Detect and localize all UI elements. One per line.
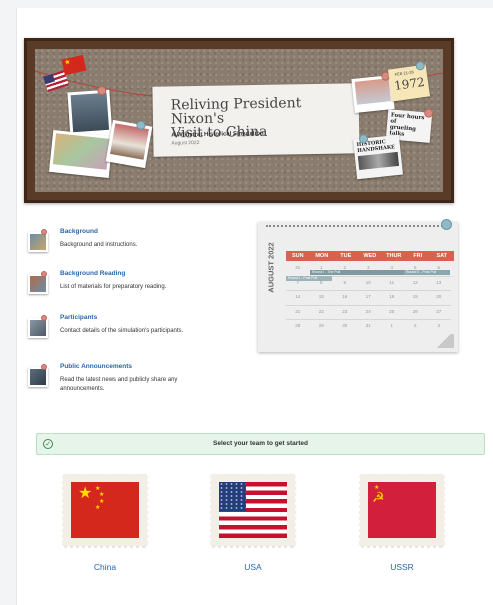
newspaper-clip-handshake: HISTORIC HANDSHAKE <box>353 133 403 180</box>
section-background-reading[interactable]: Background Reading List of materials for… <box>28 270 228 300</box>
calendar-week: 28 29 30 31 1 2 3 <box>295 323 440 328</box>
day-header: FRI <box>406 251 430 261</box>
day-header: TUE <box>334 251 358 261</box>
team-usa-link[interactable]: USA <box>211 562 295 572</box>
section-participants[interactable]: Participants Contact details of the simu… <box>28 314 228 344</box>
section-title-link[interactable]: Background <box>60 228 98 235</box>
ussr-flag-icon: ★ ☭ <box>368 482 436 538</box>
team-ussr-stamp[interactable]: ★ ☭ <box>357 471 447 549</box>
section-title-link[interactable]: Participants <box>60 314 97 321</box>
banner-title-card: Reliving President Nixon's Visit to Chin… <box>152 83 360 157</box>
day-header: MON <box>310 251 334 261</box>
day-header: THUR <box>382 251 406 261</box>
team-ussr-link[interactable]: USSR <box>360 562 444 572</box>
calendar-event-round2[interactable]: Round II - Post Pull <box>404 270 450 275</box>
map-photo-icon <box>28 229 48 252</box>
map-photo <box>48 129 114 179</box>
alert-message: Select your team to get started <box>213 440 308 447</box>
day-header: SAT <box>430 251 454 261</box>
reading-photo-icon <box>28 271 48 294</box>
calendar-page-curl <box>434 334 454 348</box>
banner-date: August 2022 <box>171 139 200 147</box>
participants-photo-icon <box>28 315 48 338</box>
section-background[interactable]: Background Background and instructions. <box>28 228 228 258</box>
airplane-photo <box>351 71 395 113</box>
team-usa-stamp[interactable] <box>208 471 298 549</box>
day-header: WED <box>358 251 382 261</box>
calendar-week: 14 15 16 17 18 19 20 <box>286 291 451 306</box>
day-header: SUN <box>286 251 310 261</box>
section-title-link[interactable]: Public Announcements <box>60 363 132 370</box>
usa-flag-icon <box>219 482 287 538</box>
corkboard: ★ Reliving President Nixon's Visit to Ch… <box>35 49 443 192</box>
announcements-photo-icon <box>28 364 48 387</box>
calendar-day-headers: SUN MON TUE WED THUR FRI SAT <box>286 251 454 261</box>
calendar-event-round1-post[interactable]: Round I - Post Pull <box>286 276 332 281</box>
team-china-link[interactable]: China <box>63 562 147 572</box>
section-description: Background and instructions. <box>60 242 138 248</box>
flag-photo <box>105 119 153 169</box>
calendar-pin-icon <box>441 219 452 230</box>
team-select-alert: ✓ Select your team to get started <box>36 433 485 455</box>
section-description: Contact details of the simulation's part… <box>60 328 184 334</box>
china-flag-icon: ★ ★ ★ ★ ★ <box>71 482 139 538</box>
calendar-rings <box>266 225 450 230</box>
team-china-stamp[interactable]: ★ ★ ★ ★ ★ <box>60 471 150 549</box>
section-public-announcements[interactable]: Public Announcements Read the latest new… <box>28 363 228 399</box>
section-description: Read the latest news and publicly share … <box>60 377 178 392</box>
calendar-week: 21 22 23 24 25 26 27 <box>286 306 451 320</box>
calendar-month-label: AUGUST 2022 <box>266 242 276 293</box>
section-title-link[interactable]: Background Reading <box>60 270 125 277</box>
calendar-widget: AUGUST 2022 SUN MON TUE WED THUR FRI SAT… <box>258 219 458 352</box>
banner: ★ Reliving President Nixon's Visit to Ch… <box>24 38 454 203</box>
date-note: FEB 21-28 1972 <box>387 60 431 102</box>
section-description: List of materials for preparatory readin… <box>60 284 167 290</box>
calendar-event-round1[interactable]: Round I - The Pull <box>310 270 404 275</box>
